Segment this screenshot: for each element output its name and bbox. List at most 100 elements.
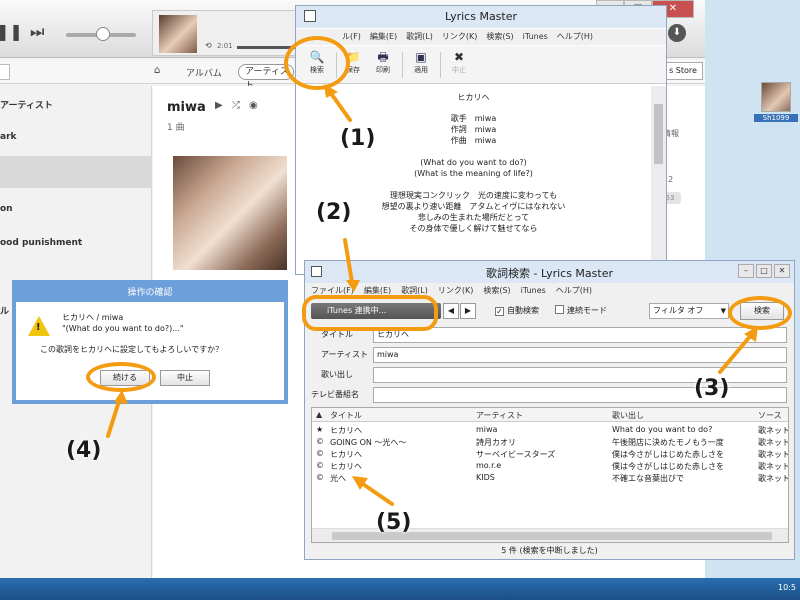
menu-link[interactable]: リンク(K) xyxy=(438,284,474,298)
print-button[interactable]: 🖶 印刷 xyxy=(368,49,398,81)
callout-4: (4) xyxy=(66,438,102,463)
pause-icon[interactable]: ❚❚ xyxy=(0,22,23,41)
toolbar: 🔍 検索 📁 保存 🖶 印刷 ▣ 適用 ✖ 中止 xyxy=(296,46,666,84)
next-arrow-icon[interactable]: ▶ xyxy=(460,303,476,319)
window-controls: – □ ✕ xyxy=(738,264,790,278)
repeat-icon[interactable]: ⟲ xyxy=(205,41,212,50)
lyrics-song-title: ヒカリヘ xyxy=(457,93,490,102)
next-track-icon[interactable]: ⏭ xyxy=(30,22,44,42)
taskbar: 10:5 xyxy=(0,578,800,600)
title-field[interactable]: ヒカリヘ xyxy=(373,327,787,343)
menu-help[interactable]: ヘルプ(H) xyxy=(557,29,593,45)
artist-field[interactable]: miwa xyxy=(373,347,787,363)
desktop-file-icon[interactable]: Sh1099 xyxy=(754,82,798,122)
column-header-source[interactable]: ソース xyxy=(758,410,782,421)
continuous-mode-checkbox[interactable]: 連続モード xyxy=(555,305,607,316)
print-icon: 🖶 xyxy=(377,50,389,64)
row-opening: 僕は今さがしはじめた赤しさを xyxy=(612,462,724,471)
menu-edit[interactable]: 編集(E) xyxy=(370,29,397,45)
lyrics-line-blank xyxy=(296,179,651,190)
table-header: ▲ タイトル アーティスト 歌い出し ソース xyxy=(312,408,788,422)
row-opening: 僕は今さがしはじめた赤しさを xyxy=(612,450,724,459)
row-title: ヒカリヘ xyxy=(330,426,362,435)
column-header-title[interactable]: タイトル xyxy=(330,410,362,421)
callout-1: (1) xyxy=(340,126,376,151)
confirm-lyrics-excerpt: "(What do you want to do?)..." xyxy=(62,324,184,333)
now-playing-display: ⟲ 2:01 xyxy=(152,10,302,56)
menu-itunes[interactable]: iTunes xyxy=(521,284,546,298)
minimize-button[interactable]: – xyxy=(738,264,754,278)
auto-search-checkbox[interactable]: ✓ 自動検索 xyxy=(495,305,539,316)
menu-search[interactable]: 検索(S) xyxy=(483,284,510,298)
menu-help[interactable]: ヘルプ(H) xyxy=(556,284,592,298)
toolbar-separator xyxy=(402,52,403,78)
sidebar-item[interactable]: on xyxy=(0,204,13,214)
row-artist: 詩月カオリ xyxy=(476,438,516,447)
library-selector[interactable] xyxy=(0,64,10,80)
callout-5: (5) xyxy=(376,510,412,535)
sidebar-item[interactable]: ood punishment xyxy=(0,238,82,248)
menu-file[interactable]: ル(F) xyxy=(342,29,361,45)
toolbar-separator xyxy=(440,52,441,78)
confirm-question: この歌詞をヒカリヘに設定してもよろしいですか？ xyxy=(40,345,224,354)
sidebar-item[interactable]: ル xyxy=(0,304,9,317)
row-opening: 不確エな音葉出びで xyxy=(612,474,684,483)
row-artist: miwa xyxy=(476,425,498,434)
artist-play-controls[interactable]: ▶ ⤮ ◉ xyxy=(215,100,261,111)
taskbar-clock[interactable]: 10:5 xyxy=(778,583,796,592)
column-header-opening[interactable]: 歌い出し xyxy=(612,410,644,421)
maximize-button[interactable]: □ xyxy=(756,264,772,278)
tab-album[interactable]: アルバム xyxy=(186,66,222,79)
download-icon[interactable]: ⬇ xyxy=(668,24,686,42)
close-button[interactable]: ✕ xyxy=(774,264,790,278)
menu-lyrics[interactable]: 歌詞(L) xyxy=(406,29,433,45)
row-artist: mo.r.e xyxy=(476,461,502,470)
row-title: ヒカリヘ xyxy=(330,462,362,471)
lyrics-singer: 歌手 miwa xyxy=(450,114,497,123)
stop-button[interactable]: ✖ 中止 xyxy=(444,49,474,81)
row-title: GOING ON ～光へ～ xyxy=(330,438,407,447)
continuous-mode-label: 連続モード xyxy=(567,306,607,315)
menu-search[interactable]: 検索(S) xyxy=(486,29,513,45)
home-icon[interactable]: ⌂ xyxy=(154,65,160,76)
sort-icon[interactable]: ▲ xyxy=(316,410,322,419)
menu-itunes[interactable]: iTunes xyxy=(523,29,548,45)
cancel-button[interactable]: 中止 xyxy=(160,370,210,386)
row-artist: サーベイビースターズ xyxy=(476,450,556,459)
row-source: 歌ネット xyxy=(758,450,788,459)
scrollbar-thumb[interactable] xyxy=(654,104,663,164)
table-row[interactable]: ★ ヒカリヘ miwa What do you want to do? 歌ネット xyxy=(312,424,788,436)
sidebar-item-artists[interactable]: アーティスト xyxy=(0,98,53,111)
file-thumbnail xyxy=(761,82,791,112)
lyrics-master-titlebar: Lyrics Master xyxy=(296,6,666,28)
apply-button[interactable]: ▣ 適用 xyxy=(406,49,436,81)
menu-link[interactable]: リンク(K) xyxy=(442,29,478,45)
lyrics-text-area[interactable]: ヒカリヘ 歌手 miwa 作詞 miwa 作曲 miwa (What do yo… xyxy=(296,86,651,274)
filter-select[interactable]: フィルタ オフ ▼ xyxy=(649,303,729,319)
highlight-search-button xyxy=(284,36,350,90)
table-row[interactable]: © ヒカリへ サーベイビースターズ 僕は今さがしはじめた赤しさを 歌ネット xyxy=(312,448,788,460)
column-header-artist[interactable]: アーティスト xyxy=(476,410,523,421)
lyrics-line: (What do you want to do?) xyxy=(420,158,527,167)
vertical-scrollbar[interactable] xyxy=(651,86,666,274)
table-row[interactable]: © 光へ KIDS 不確エな音葉出びで 歌ネット xyxy=(312,472,788,484)
menubar: ル(F) 編集(E) 歌詞(L) リンク(K) 検索(S) iTunes ヘルプ… xyxy=(296,29,666,45)
window-title: Lyrics Master xyxy=(444,10,518,23)
table-row[interactable]: © GOING ON ～光へ～ 詩月カオリ 午後閉店に決めたモノもう一度 歌ネッ… xyxy=(312,436,788,448)
sidebar-item[interactable]: ark xyxy=(0,132,17,142)
volume-knob[interactable] xyxy=(96,27,110,41)
itunes-store-button[interactable]: s Store xyxy=(663,62,703,80)
sidebar-selected-row[interactable] xyxy=(0,156,152,188)
tv-label: テレビ番組名 xyxy=(311,390,359,399)
row-mark-icon: © xyxy=(316,449,324,458)
row-opening: 午後閉店に決めたモノもう一度 xyxy=(612,438,724,447)
print-button-label: 印刷 xyxy=(376,66,390,74)
album-cover[interactable] xyxy=(173,156,287,270)
row-source: 歌ネット xyxy=(758,426,788,435)
confirm-song: ヒカリヘ / miwa xyxy=(62,313,124,322)
highlight-search-dialog-button xyxy=(728,296,792,330)
row-source: 歌ネット xyxy=(758,474,788,483)
table-row[interactable]: © ヒカリヘ mo.r.e 僕は今さがしはじめた赤しさを 歌ネット xyxy=(312,460,788,472)
lyrics-line: (What is the meaning of life?) xyxy=(414,169,533,178)
prev-arrow-icon[interactable]: ◀ xyxy=(443,303,459,319)
